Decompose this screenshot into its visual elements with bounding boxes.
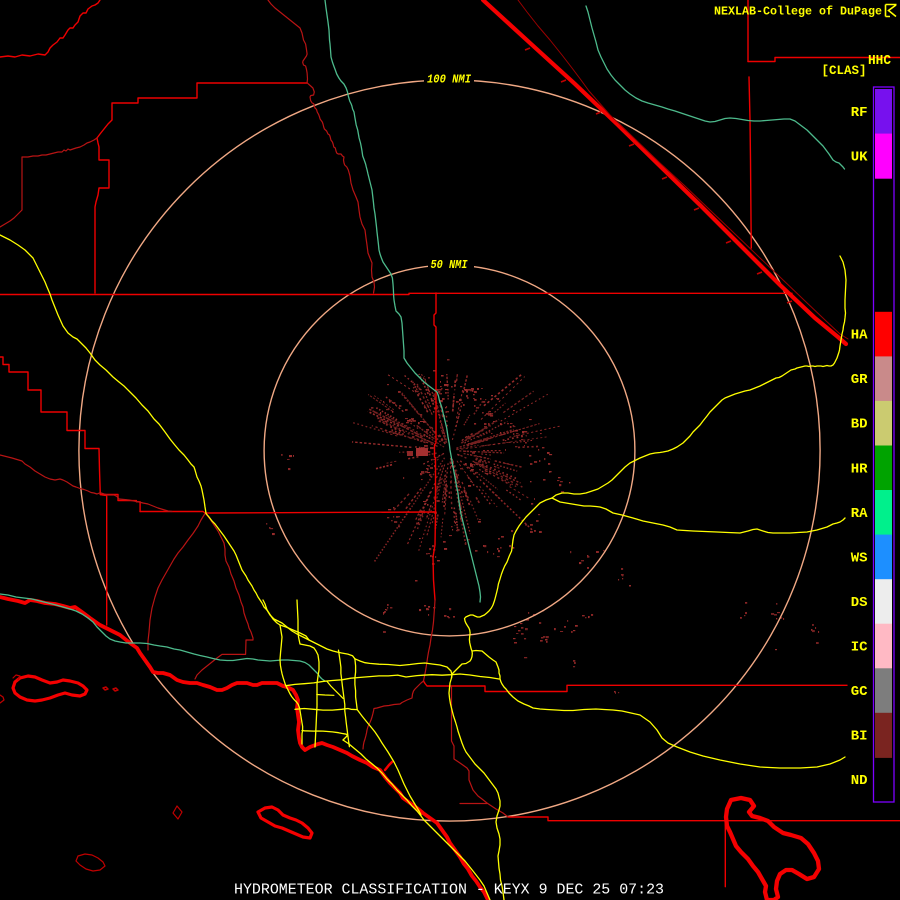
svg-text:GC: GC — [851, 684, 868, 700]
svg-text:ND: ND — [851, 773, 868, 789]
svg-text:HA: HA — [851, 328, 868, 344]
svg-text:HYDROMETEOR CLASSIFICATION - K: HYDROMETEOR CLASSIFICATION - KEYX 9 DEC … — [234, 883, 664, 899]
svg-text:BD: BD — [851, 417, 868, 433]
svg-text:RA: RA — [851, 506, 868, 522]
svg-text:HHC: HHC — [868, 54, 891, 69]
svg-text:BI: BI — [851, 729, 868, 745]
svg-text:NEXLAB-College of DuPage: NEXLAB-College of DuPage — [714, 5, 882, 19]
svg-text:GR: GR — [851, 372, 868, 388]
svg-text:WS: WS — [851, 550, 868, 566]
svg-text:50 NMI: 50 NMI — [431, 258, 469, 272]
svg-text:UK: UK — [851, 149, 868, 165]
svg-text:100 NMI: 100 NMI — [427, 73, 472, 87]
svg-text:IC: IC — [851, 640, 868, 656]
svg-text:[CLAS]: [CLAS] — [822, 64, 867, 78]
svg-text:DS: DS — [851, 595, 868, 611]
svg-text:HR: HR — [851, 461, 868, 477]
svg-text:RF: RF — [851, 105, 868, 121]
